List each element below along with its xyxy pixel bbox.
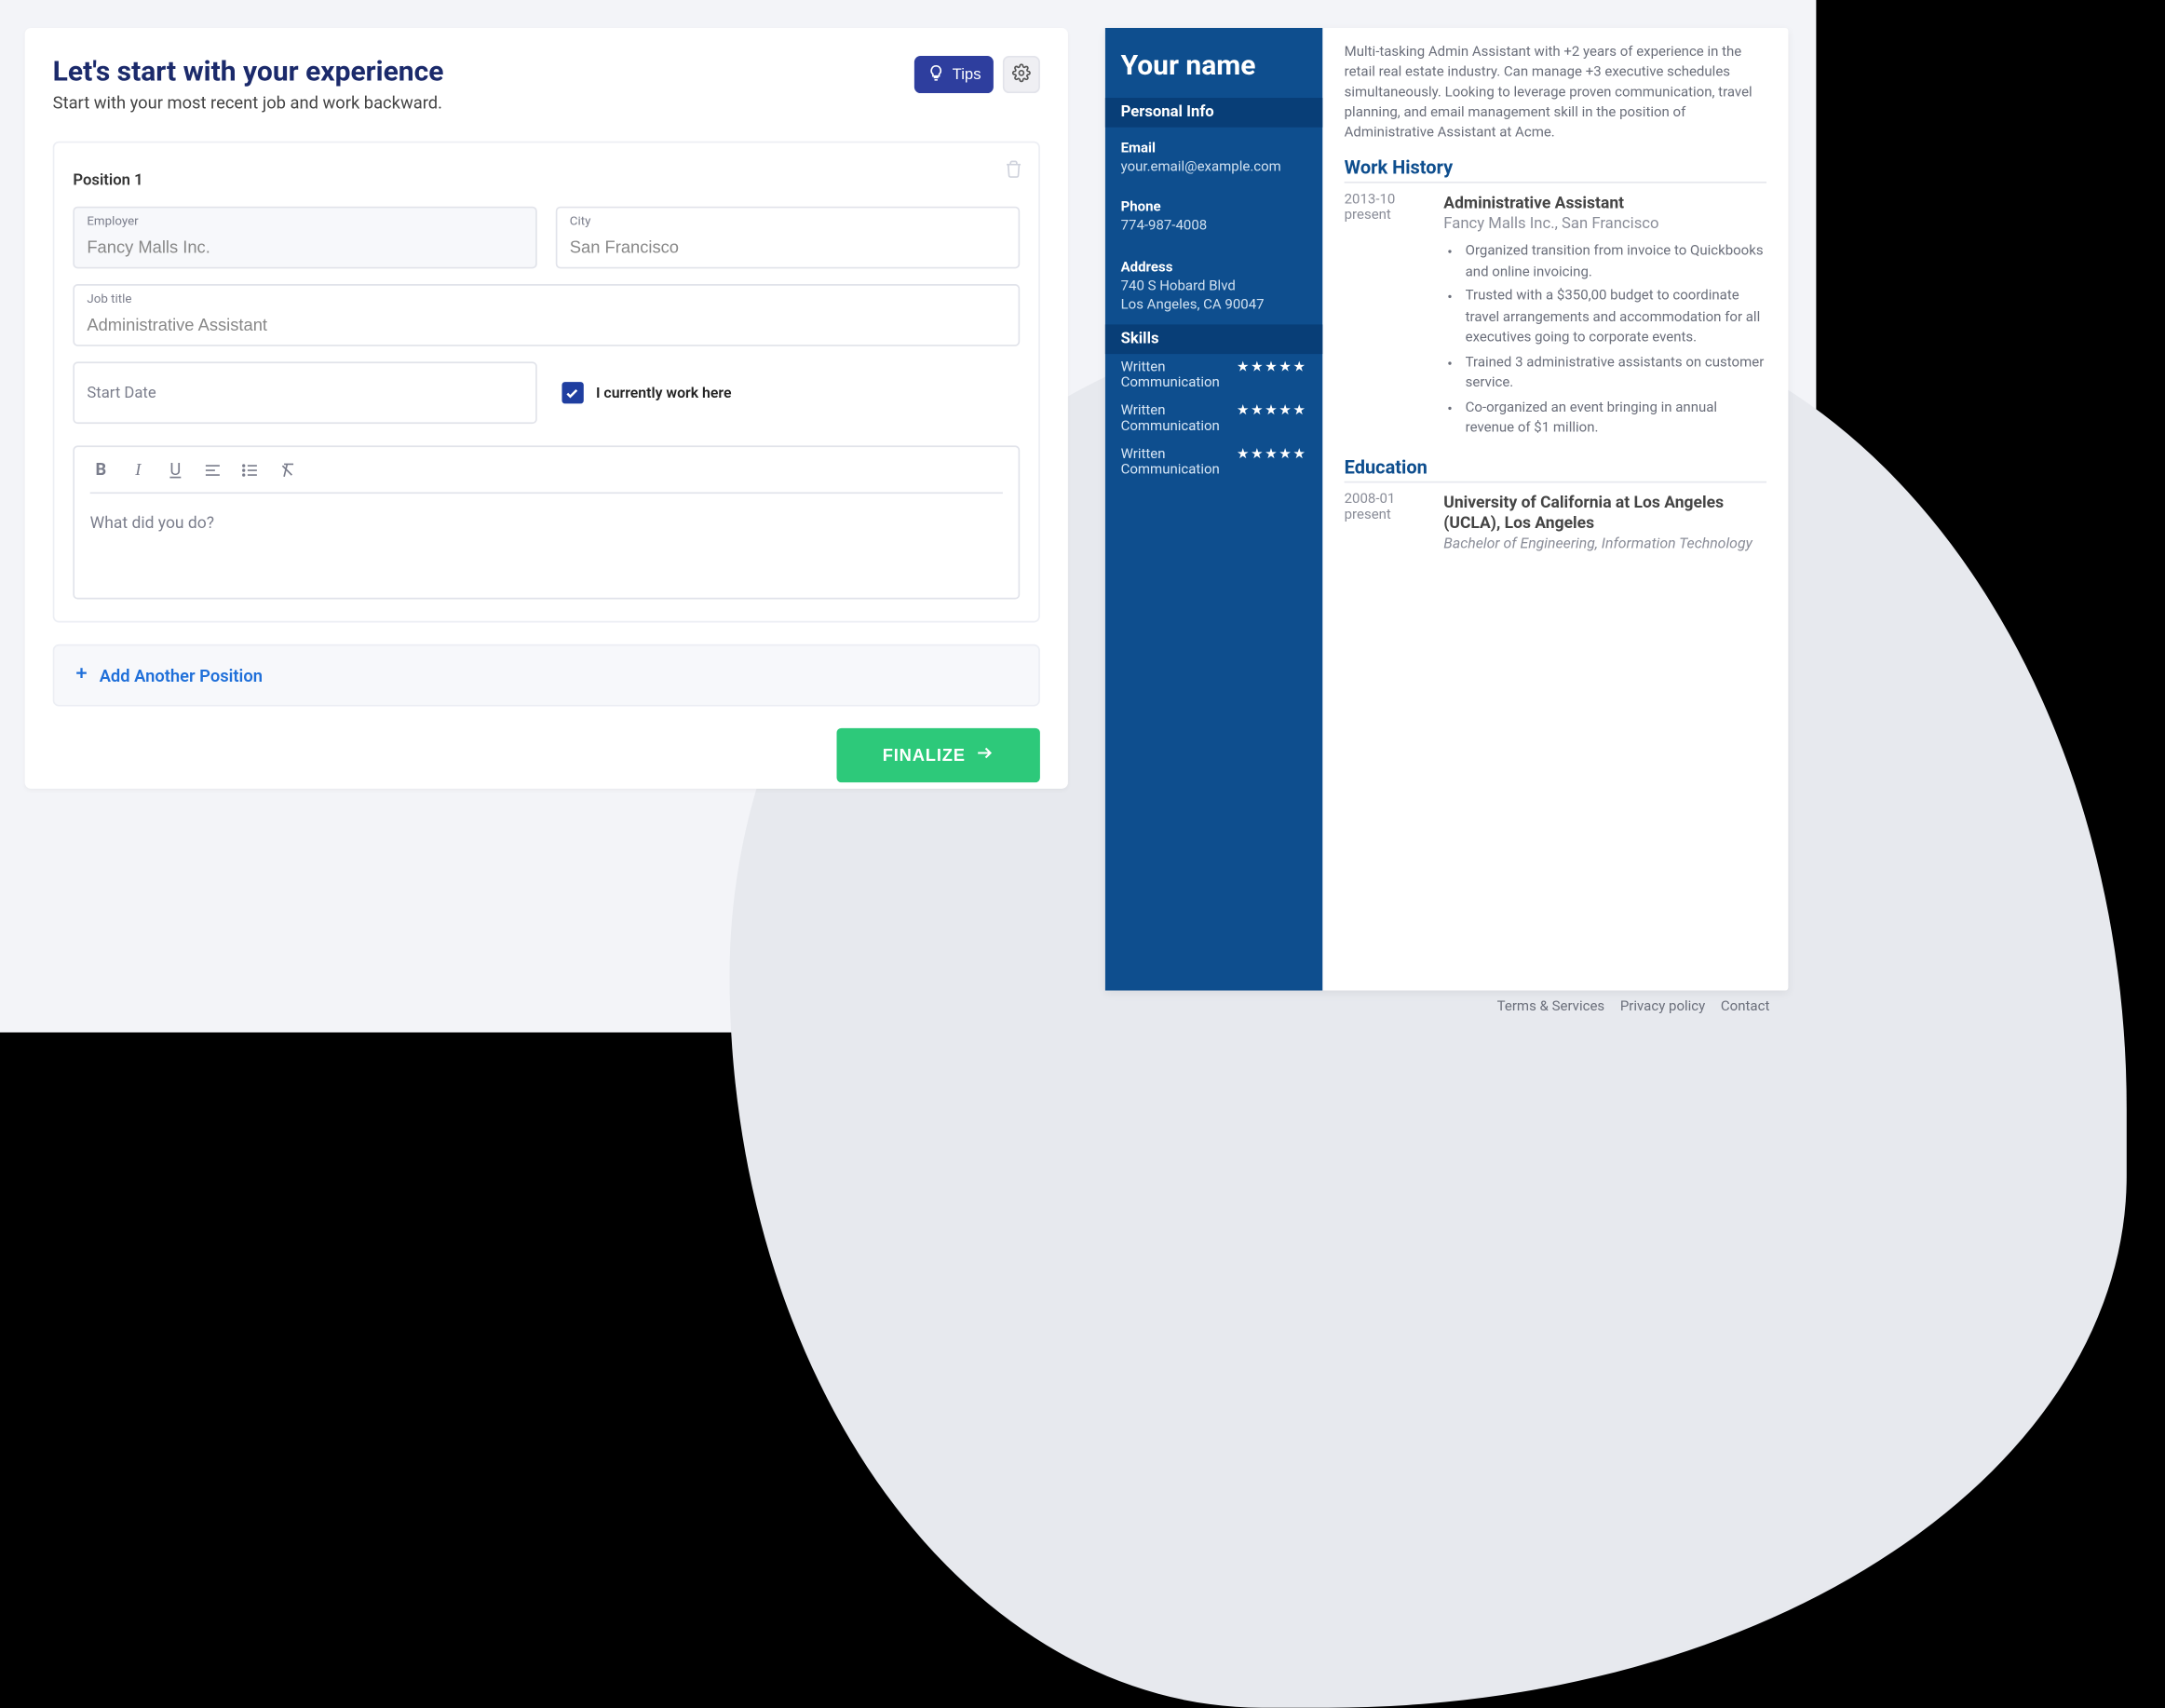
currently-work-checkbox[interactable] [562,382,583,403]
work-bullet: Organized transition from invoice to Qui… [1466,242,1766,284]
trash-icon [1005,160,1023,179]
address-line1: 740 S Hobard Blvd [1121,278,1307,296]
settings-button[interactable] [1003,56,1040,93]
work-dates: 2013-10 present [1345,193,1426,443]
preview-summary: Multi-tasking Admin Assistant with +2 ye… [1345,44,1766,145]
skill-row: Written Communication ★★★★★ [1105,354,1322,398]
check-icon [565,386,579,400]
footer-links: Terms & Services Privacy policy Contact [1497,1000,1770,1016]
work-bullet: Trusted with a $350,00 budget to coordin… [1466,288,1766,351]
editor-toolbar: B I U [74,447,1019,492]
contact-email-block: Email your.email@example.com [1105,128,1322,187]
contact-address-block: Address 740 S Hobard Blvd Los Angeles, C… [1105,246,1322,324]
skill-stars: ★★★★★ [1237,360,1307,391]
add-position-label: Add Another Position [100,665,263,685]
work-entry: 2013-10 present Administrative Assistant… [1345,193,1766,443]
finalize-label: FINALIZE [883,746,966,765]
currently-work-label: I currently work here [596,385,732,401]
employer-input[interactable] [87,239,522,258]
bold-button[interactable]: B [90,459,112,480]
contact-link[interactable]: Contact [1721,1000,1769,1016]
gear-icon [1012,63,1031,87]
skill-name: Written Communication [1121,360,1230,391]
tips-label: Tips [953,66,981,83]
work-bullet: Trained 3 administrative assistants on c… [1466,354,1766,396]
skill-stars: ★★★★★ [1237,447,1307,478]
phone-label: Phone [1121,199,1307,218]
arrow-right-icon [975,743,994,766]
tips-button[interactable]: Tips [915,56,994,93]
jobtitle-input[interactable] [87,317,1006,335]
address-line2: Los Angeles, CA 90047 [1121,296,1307,315]
work-org: Fancy Malls Inc., San Francisco [1443,216,1766,233]
clear-format-button[interactable] [277,459,298,480]
work-history-header: Work History [1345,157,1766,183]
education-header: Education [1345,456,1766,482]
jobtitle-label: Job title [87,291,131,305]
editor-placeholder: What did you do? [90,512,214,533]
delete-position-button[interactable] [1005,156,1023,185]
resume-preview: Your name Personal Info Email your.email… [1105,28,1788,991]
skill-row: Written Communication ★★★★★ [1105,398,1322,441]
underline-button[interactable]: U [165,459,186,480]
education-school: University of California at Los Angeles … [1443,492,1766,532]
privacy-link[interactable]: Privacy policy [1620,1000,1705,1016]
preview-main: Multi-tasking Admin Assistant with +2 ye… [1322,28,1788,991]
email-value: your.email@example.com [1121,158,1307,177]
skills-header: Skills [1105,324,1322,354]
city-field[interactable]: City [556,207,1020,269]
education-entry: 2008-01 present University of California… [1345,492,1766,552]
work-bullets: Organized transition from invoice to Qui… [1443,242,1766,441]
editor-textarea[interactable]: What did you do? [74,494,1019,598]
employer-label: Employer [87,214,138,228]
work-role: Administrative Assistant [1443,193,1766,213]
personal-info-header: Personal Info [1105,98,1322,128]
bullet-list-button[interactable] [239,459,261,480]
jobtitle-field[interactable]: Job title [73,284,1020,346]
education-dates: 2008-01 present [1345,492,1426,552]
page-subtitle: Start with your most recent job and work… [53,93,1040,114]
lightbulb-icon [927,63,946,87]
skill-row: Written Communication ★★★★★ [1105,441,1322,484]
contact-phone-block: Phone 774-987-4008 [1105,187,1322,247]
city-label: City [570,214,591,228]
page-title: Let's start with your experience [53,56,1040,88]
startdate-field[interactable]: Start Date [73,361,536,424]
position-label: Position 1 [73,172,142,189]
address-label: Address [1121,259,1307,278]
italic-button[interactable]: I [128,459,149,480]
skill-stars: ★★★★★ [1237,403,1307,434]
phone-value: 774-987-4008 [1121,218,1307,237]
email-label: Email [1121,140,1307,158]
preview-name: Your name [1105,28,1322,98]
align-button[interactable] [202,459,223,480]
experience-form-panel: Tips Let's start with your experience St… [25,28,1068,789]
description-editor: B I U What did you do? [73,445,1020,599]
add-position-button[interactable]: Add Another Position [53,644,1040,707]
skill-name: Written Communication [1121,447,1230,478]
plus-icon [73,664,89,685]
preview-sidebar: Your name Personal Info Email your.email… [1105,28,1322,991]
startdate-input[interactable] [87,394,522,413]
skill-name: Written Communication [1121,403,1230,434]
city-input[interactable] [570,239,1006,258]
position-card: Position 1 Employer City Job title [53,142,1040,623]
employer-field[interactable]: Employer [73,207,536,269]
work-bullet: Co-organized an event bringing in annual… [1466,399,1766,441]
terms-link[interactable]: Terms & Services [1497,1000,1604,1016]
finalize-button[interactable]: FINALIZE [836,728,1040,782]
education-degree: Bachelor of Engineering, Information Tec… [1443,535,1766,552]
